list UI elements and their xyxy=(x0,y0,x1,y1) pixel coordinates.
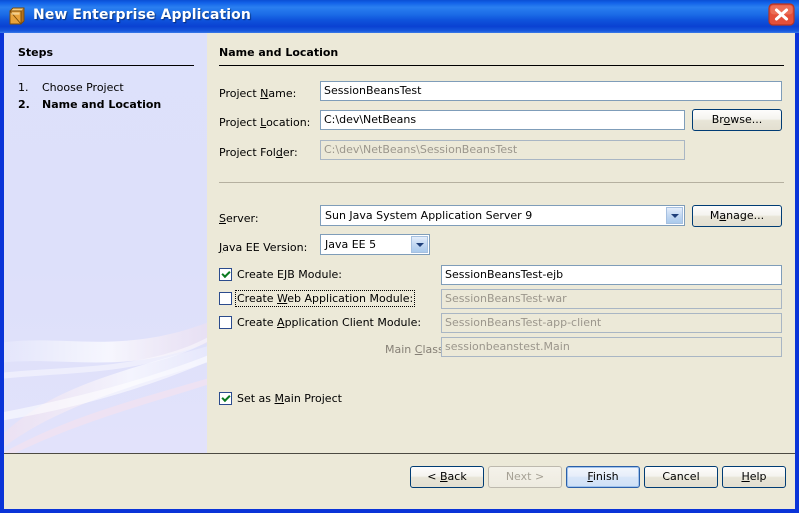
checkbox-indicator[interactable] xyxy=(219,392,232,405)
finish-button[interactable]: Finish xyxy=(566,466,640,488)
create-app-client-module-label: Create Application Client Module: xyxy=(237,316,422,329)
server-label: Server: xyxy=(219,212,259,225)
checkbox-indicator[interactable] xyxy=(219,292,232,305)
steps-heading-rule xyxy=(18,65,194,66)
create-ejb-module-label: Create EJB Module: xyxy=(237,268,342,281)
main-class-input: sessionbeanstest.Main xyxy=(441,337,782,357)
content-pane: Name and Location Project Name: SessionB… xyxy=(207,33,795,453)
sidebar-decoration xyxy=(4,322,207,453)
create-web-module-label: Create Web Application Module: xyxy=(234,290,416,307)
java-ee-version-label: Java EE Version: xyxy=(219,241,308,254)
project-name-label: Project Name: xyxy=(219,87,297,100)
cancel-button[interactable]: Cancel xyxy=(644,466,718,488)
sidebar-item-name-and-location[interactable]: 2. Name and Location xyxy=(18,98,161,111)
window-title: New Enterprise Application xyxy=(33,7,251,23)
step-label: Choose Project xyxy=(42,81,124,94)
step-label: Name and Location xyxy=(42,98,162,111)
server-select[interactable]: Sun Java System Application Server 9 xyxy=(320,205,685,226)
module-box-icon xyxy=(9,7,25,25)
set-as-main-project-label: Set as Main Project xyxy=(237,392,342,405)
checkbox-indicator[interactable] xyxy=(219,316,232,329)
web-module-name-input: SessionBeansTest-war xyxy=(441,289,782,309)
java-ee-version-select[interactable]: Java EE 5 xyxy=(320,234,430,255)
project-name-input[interactable]: SessionBeansTest xyxy=(320,81,782,101)
step-number: 1. xyxy=(18,81,29,94)
server-select-value: Sun Java System Application Server 9 xyxy=(325,209,533,222)
section-divider xyxy=(219,182,784,183)
main-class-label: Main Class: xyxy=(385,343,448,356)
ejb-module-name-input[interactable]: SessionBeansTest-ejb xyxy=(441,265,782,285)
project-folder-label: Project Folder: xyxy=(219,146,298,159)
java-ee-version-select-value: Java EE 5 xyxy=(325,238,377,251)
project-location-label: Project Location: xyxy=(219,116,311,129)
page-title-rule xyxy=(219,65,784,66)
project-folder-input: C:\dev\NetBeans\SessionBeansTest xyxy=(320,140,685,160)
dialog-window: New Enterprise Application Steps 1. Choo… xyxy=(0,0,799,513)
close-icon[interactable] xyxy=(768,3,795,27)
button-bar: < Back Next > Finish Cancel Help xyxy=(4,454,795,509)
page-title: Name and Location xyxy=(219,46,339,59)
chevron-down-icon[interactable] xyxy=(666,207,683,224)
next-button: Next > xyxy=(488,466,562,488)
steps-sidebar: Steps 1. Choose Project 2. Name and Locati… xyxy=(4,33,207,453)
title-bar: New Enterprise Application xyxy=(0,0,799,33)
chevron-down-icon[interactable] xyxy=(411,236,428,253)
browse-button[interactable]: Browse... xyxy=(692,109,782,131)
back-button[interactable]: < Back xyxy=(410,466,484,488)
checkbox-indicator[interactable] xyxy=(219,268,232,281)
help-button[interactable]: Help xyxy=(722,466,786,488)
app-client-module-name-input: SessionBeansTest-app-client xyxy=(441,313,782,333)
sidebar-item-choose-project[interactable]: 1. Choose Project xyxy=(18,81,124,94)
manage-button[interactable]: Manage... xyxy=(692,205,782,227)
dialog-body: Steps 1. Choose Project 2. Name and Locati… xyxy=(4,33,795,509)
project-location-input[interactable]: C:\dev\NetBeans xyxy=(320,110,685,130)
step-number: 2. xyxy=(18,98,30,111)
steps-heading: Steps xyxy=(18,46,54,59)
